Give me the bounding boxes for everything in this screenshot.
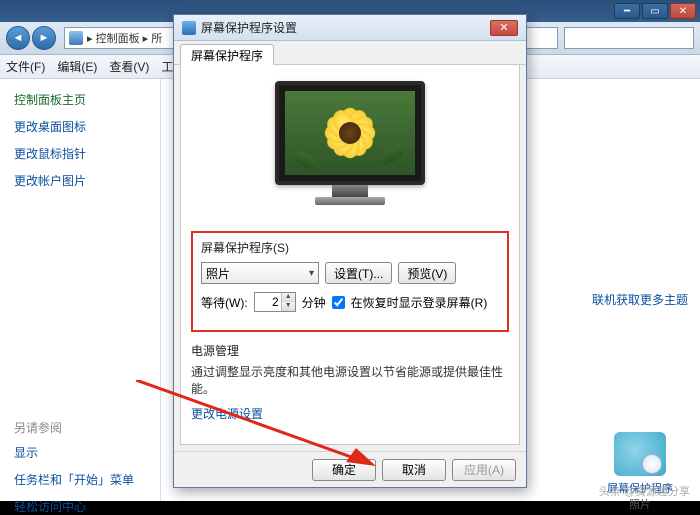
sidebar: 控制面板主页 更改桌面图标 更改鼠标指针 更改帐户图片 另请参阅 显示 任务栏和… <box>0 79 160 501</box>
close-button[interactable]: ✕ <box>670 3 696 19</box>
sidebar-link-desktop-icons[interactable]: 更改桌面图标 <box>14 118 146 135</box>
resume-checkbox[interactable] <box>332 296 345 309</box>
ok-button[interactable]: 确定 <box>312 459 376 481</box>
sidebar-link-mouse-pointer[interactable]: 更改鼠标指针 <box>14 145 146 162</box>
resume-label: 在恢复时显示登录屏幕(R) <box>351 294 488 311</box>
tab-screensaver[interactable]: 屏幕保护程序 <box>180 44 274 65</box>
minimize-button[interactable]: ━ <box>614 3 640 19</box>
breadcrumb-sep: ▸ <box>143 32 149 45</box>
menu-edit[interactable]: 编辑(E) <box>57 58 97 75</box>
dialog-icon <box>182 21 196 35</box>
dialog-titlebar: 屏幕保护程序设置 ✕ <box>174 15 526 41</box>
tab-body: 屏幕保护程序(S) 照片 设置(T)... 预览(V) 等待(W): ▲ ▼ 分… <box>180 65 520 445</box>
spin-down[interactable]: ▼ <box>282 302 295 311</box>
tab-strip: 屏幕保护程序 <box>174 41 526 65</box>
attribution: 头条 @资源趣分享 <box>599 483 690 499</box>
forward-button[interactable]: ► <box>32 26 56 50</box>
dialog-close-button[interactable]: ✕ <box>490 20 518 36</box>
dialog-footer: 确定 取消 应用(A) <box>174 451 526 487</box>
spin-up[interactable]: ▲ <box>282 293 295 302</box>
sidebar-home[interactable]: 控制面板主页 <box>14 91 146 108</box>
breadcrumb-root[interactable]: 控制面板 <box>96 30 140 46</box>
maximize-button[interactable]: ▭ <box>642 3 668 19</box>
menu-view[interactable]: 查看(V) <box>109 58 149 75</box>
breadcrumb-sep: ▸ <box>87 32 93 45</box>
more-themes-link[interactable]: 联机获取更多主题 <box>592 291 688 308</box>
cpl-icon <box>69 31 83 45</box>
see-also-label: 另请参阅 <box>14 419 146 436</box>
right-column: 联机获取更多主题 屏幕保护程序 照片 <box>580 79 700 501</box>
sidebar-also-taskbar[interactable]: 任务栏和「开始」菜单 <box>14 471 146 488</box>
power-description: 通过调整显示亮度和其他电源设置以节省能源或提供最佳性能。 <box>191 363 509 397</box>
screensaver-settings-dialog: 屏幕保护程序设置 ✕ 屏幕保护程序 屏幕保护程序(S) <box>173 14 527 488</box>
search-input[interactable] <box>564 27 694 49</box>
cancel-button[interactable]: 取消 <box>382 459 446 481</box>
screensaver-icon[interactable] <box>614 432 666 476</box>
power-section-label: 电源管理 <box>191 342 509 359</box>
apply-button[interactable]: 应用(A) <box>452 459 516 481</box>
preview-button[interactable]: 预览(V) <box>398 262 456 284</box>
screensaver-dropdown-value: 照片 <box>206 265 230 282</box>
breadcrumb-next[interactable]: 所 <box>151 30 162 46</box>
screensaver-dropdown[interactable]: 照片 <box>201 262 319 284</box>
wait-unit: 分钟 <box>302 294 326 311</box>
wait-input[interactable] <box>255 295 281 309</box>
power-settings-link[interactable]: 更改电源设置 <box>191 405 509 422</box>
dialog-title: 屏幕保护程序设置 <box>201 19 297 36</box>
wait-label: 等待(W): <box>201 294 248 311</box>
sidebar-link-account-picture[interactable]: 更改帐户图片 <box>14 172 146 189</box>
screensaver-group-label: 屏幕保护程序(S) <box>201 239 499 256</box>
menu-file[interactable]: 文件(F) <box>6 58 45 75</box>
back-button[interactable]: ◄ <box>6 26 30 50</box>
screensaver-preview <box>268 81 432 217</box>
sidebar-also-display[interactable]: 显示 <box>14 444 146 461</box>
settings-button[interactable]: 设置(T)... <box>325 262 392 284</box>
highlight-box: 屏幕保护程序(S) 照片 设置(T)... 预览(V) 等待(W): ▲ ▼ 分… <box>191 231 509 332</box>
wait-spinner[interactable]: ▲ ▼ <box>254 292 296 312</box>
